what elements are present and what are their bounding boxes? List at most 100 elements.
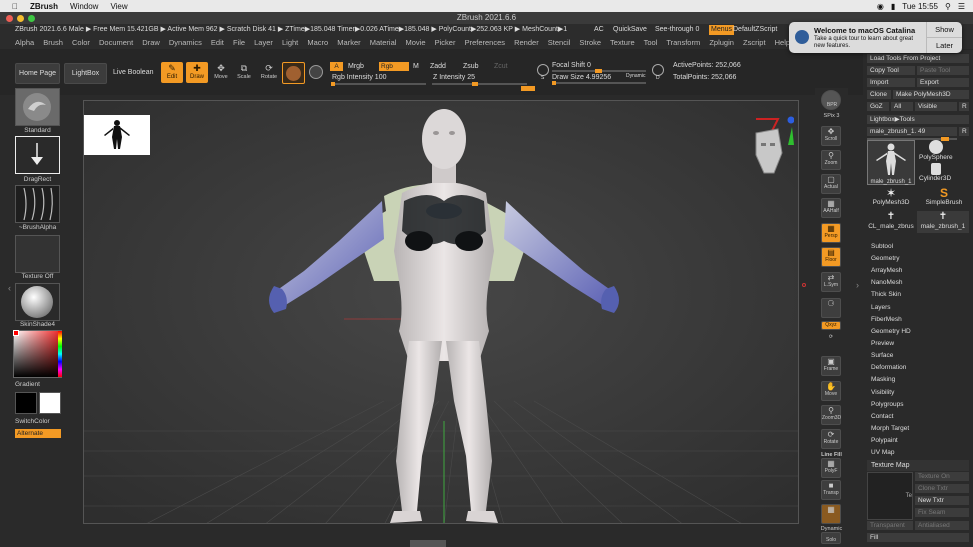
lightbox-tools-button[interactable]: Lightbox▶Tools	[867, 115, 969, 124]
visible-button[interactable]: Visible	[915, 102, 957, 111]
minimize-window-icon[interactable]	[17, 15, 24, 22]
subpalette-contact[interactable]: Contact	[871, 413, 893, 420]
zcut-toggle[interactable]: Zcut	[494, 63, 508, 70]
rgb-intensity-slider[interactable]	[331, 82, 426, 86]
paste-tool-button[interactable]: Paste Tool	[917, 66, 969, 75]
menu-zscript[interactable]: Zscript	[743, 38, 766, 47]
menu-alpha[interactable]: Alpha	[15, 38, 34, 47]
focal-shift-slider[interactable]	[552, 69, 646, 73]
rotate-view-button[interactable]: ⟳ Rotate	[821, 429, 841, 449]
menu-help[interactable]: Help	[775, 38, 790, 47]
tool-polysphere[interactable]: PolySphere	[919, 140, 969, 162]
menu-render[interactable]: Render	[514, 38, 539, 47]
menu-tool[interactable]: Tool	[644, 38, 658, 47]
rgb-toggle[interactable]: Rgb	[379, 62, 409, 71]
navigator-thumbnail[interactable]	[84, 115, 150, 155]
material-button[interactable]	[15, 283, 60, 321]
menu-marker[interactable]: Marker	[337, 38, 360, 47]
local-button[interactable]: ⚆	[821, 298, 841, 318]
switchcolor-button[interactable]: SwitchColor	[15, 418, 60, 425]
menu-dynamics[interactable]: Dynamics	[169, 38, 202, 47]
subpalette-nanomesh[interactable]: NanoMesh	[871, 279, 902, 286]
copy-tool-button[interactable]: Copy Tool	[867, 66, 915, 75]
standard-brush-button[interactable]	[15, 88, 60, 126]
menu-light[interactable]: Light	[282, 38, 298, 47]
subpalette-uv-map[interactable]: UV Map	[871, 449, 894, 456]
tool-cl-male[interactable]: ✝ CL_male_zbrus	[867, 211, 915, 233]
menu-texture[interactable]: Texture	[610, 38, 635, 47]
subpalette-polypaint[interactable]: Polypaint	[871, 437, 898, 444]
dynamic-toggle[interactable]: Dynamic	[626, 73, 645, 79]
menus-toggle[interactable]: Menus	[709, 25, 735, 35]
wifi-icon[interactable]: ◉	[877, 2, 884, 11]
scale-mode-button[interactable]: ⧉ Scale	[234, 62, 254, 83]
mrgb-toggle[interactable]: Mrgb	[348, 63, 364, 70]
frame-button[interactable]: ▣ Frame	[821, 356, 841, 376]
apple-icon[interactable]: 	[12, 2, 18, 11]
subpalette-polygroups[interactable]: Polygroups	[871, 401, 904, 408]
subpalette-subtool[interactable]: Subtool	[871, 243, 893, 250]
dynamic-persp-button[interactable]: ▦	[821, 504, 841, 524]
menu-draw[interactable]: Draw	[142, 38, 160, 47]
color-marker[interactable]	[13, 330, 19, 336]
subpalette-geometry-hd[interactable]: Geometry HD	[871, 328, 911, 335]
lsym-button[interactable]: ⇄ L.Sym	[821, 272, 841, 292]
draw-mode-button[interactable]: ✚ Draw	[186, 62, 208, 83]
see-through-slider[interactable]: See-through 0	[655, 24, 699, 36]
subpalette-geometry[interactable]: Geometry	[871, 255, 900, 262]
r-button[interactable]: R	[959, 102, 969, 111]
subpalette-deformation[interactable]: Deformation	[871, 364, 906, 371]
alternate-button[interactable]: Alternate	[15, 429, 61, 438]
texture-on-button[interactable]: Texture On	[915, 472, 969, 481]
secondary-color-swatch[interactable]	[15, 392, 37, 414]
subpalette-visibility[interactable]: Visibility	[871, 389, 894, 396]
macos-notification[interactable]: Welcome to macOS Catalina Take a quick t…	[789, 22, 962, 53]
tool-polymesh3d[interactable]: ✶ PolyMesh3D	[867, 187, 915, 209]
home-page-button[interactable]: Home Page	[15, 63, 60, 84]
rotate-mode-button[interactable]: ⟳ Rotate	[258, 62, 280, 83]
floor-button[interactable]: ▤ Floor	[821, 247, 841, 267]
lightbox-button[interactable]: LightBox	[64, 63, 107, 84]
clone-txtr-button[interactable]: Clone Txtr	[915, 484, 969, 493]
move-mode-button[interactable]: ✥ Move	[211, 62, 231, 83]
spotlight-icon[interactable]: ⚲	[945, 2, 951, 11]
notification-later-button[interactable]: Later	[927, 38, 962, 53]
antialiased-toggle[interactable]: Antialiased	[915, 521, 969, 530]
persp-button[interactable]: ▦ Persp	[821, 223, 841, 243]
menu-brush[interactable]: Brush	[43, 38, 63, 47]
scroll-button[interactable]: ✥ Scroll	[821, 126, 841, 146]
m-toggle[interactable]: M	[413, 63, 419, 70]
zsub-toggle[interactable]: Zsub	[463, 63, 479, 70]
subpalette-masking[interactable]: Masking	[871, 376, 895, 383]
xyz-button[interactable]: Qxyz	[821, 321, 841, 330]
transparent-toggle[interactable]: Transparent	[867, 521, 913, 530]
right-collapse-icon[interactable]: ›	[856, 280, 859, 290]
stroke-type-icon[interactable]	[309, 65, 323, 79]
stroke-button[interactable]	[15, 136, 60, 174]
actual-button[interactable]: ▢ Actual	[821, 174, 841, 194]
menu-zplugin[interactable]: Zplugin	[709, 38, 734, 47]
battery-icon[interactable]: ▮	[891, 2, 895, 11]
zoom3d-button[interactable]: ⚲ Zoom3D	[821, 405, 841, 425]
menu-document[interactable]: Document	[99, 38, 133, 47]
clock[interactable]: Tue 15:55	[902, 2, 938, 11]
notification-show-button[interactable]: Show	[927, 22, 962, 37]
tool-male-zbrush-1b[interactable]: ✝ male_zbrush_1	[917, 211, 969, 233]
subpalette-arraymesh[interactable]: ArrayMesh	[871, 267, 902, 274]
document-canvas[interactable]	[83, 100, 799, 524]
zoom-button[interactable]: ⚲ Zoom	[821, 150, 841, 170]
menu-view[interactable]: View	[110, 2, 127, 11]
move-view-button[interactable]: ✋ Move	[821, 381, 841, 401]
clone-button[interactable]: Clone	[867, 90, 891, 99]
canvas-scroll-handle[interactable]	[410, 540, 446, 547]
tool-simplebrush[interactable]: S SimpleBrush	[919, 187, 969, 209]
menu-material[interactable]: Material	[370, 38, 397, 47]
rotate-axis-icon[interactable]: ⟳	[821, 334, 841, 344]
make-polymesh-button[interactable]: Make PolyMesh3D	[893, 90, 969, 99]
tool-cylinder3d[interactable]: Cylinder3D	[919, 163, 969, 185]
menu-macro[interactable]: Macro	[307, 38, 328, 47]
spix-slider[interactable]: SPix 3	[815, 113, 848, 119]
subpalette-thick-skin[interactable]: Thick Skin	[871, 291, 901, 298]
z-intensity-slider[interactable]	[432, 82, 527, 86]
subpalette-surface[interactable]: Surface	[871, 352, 893, 359]
